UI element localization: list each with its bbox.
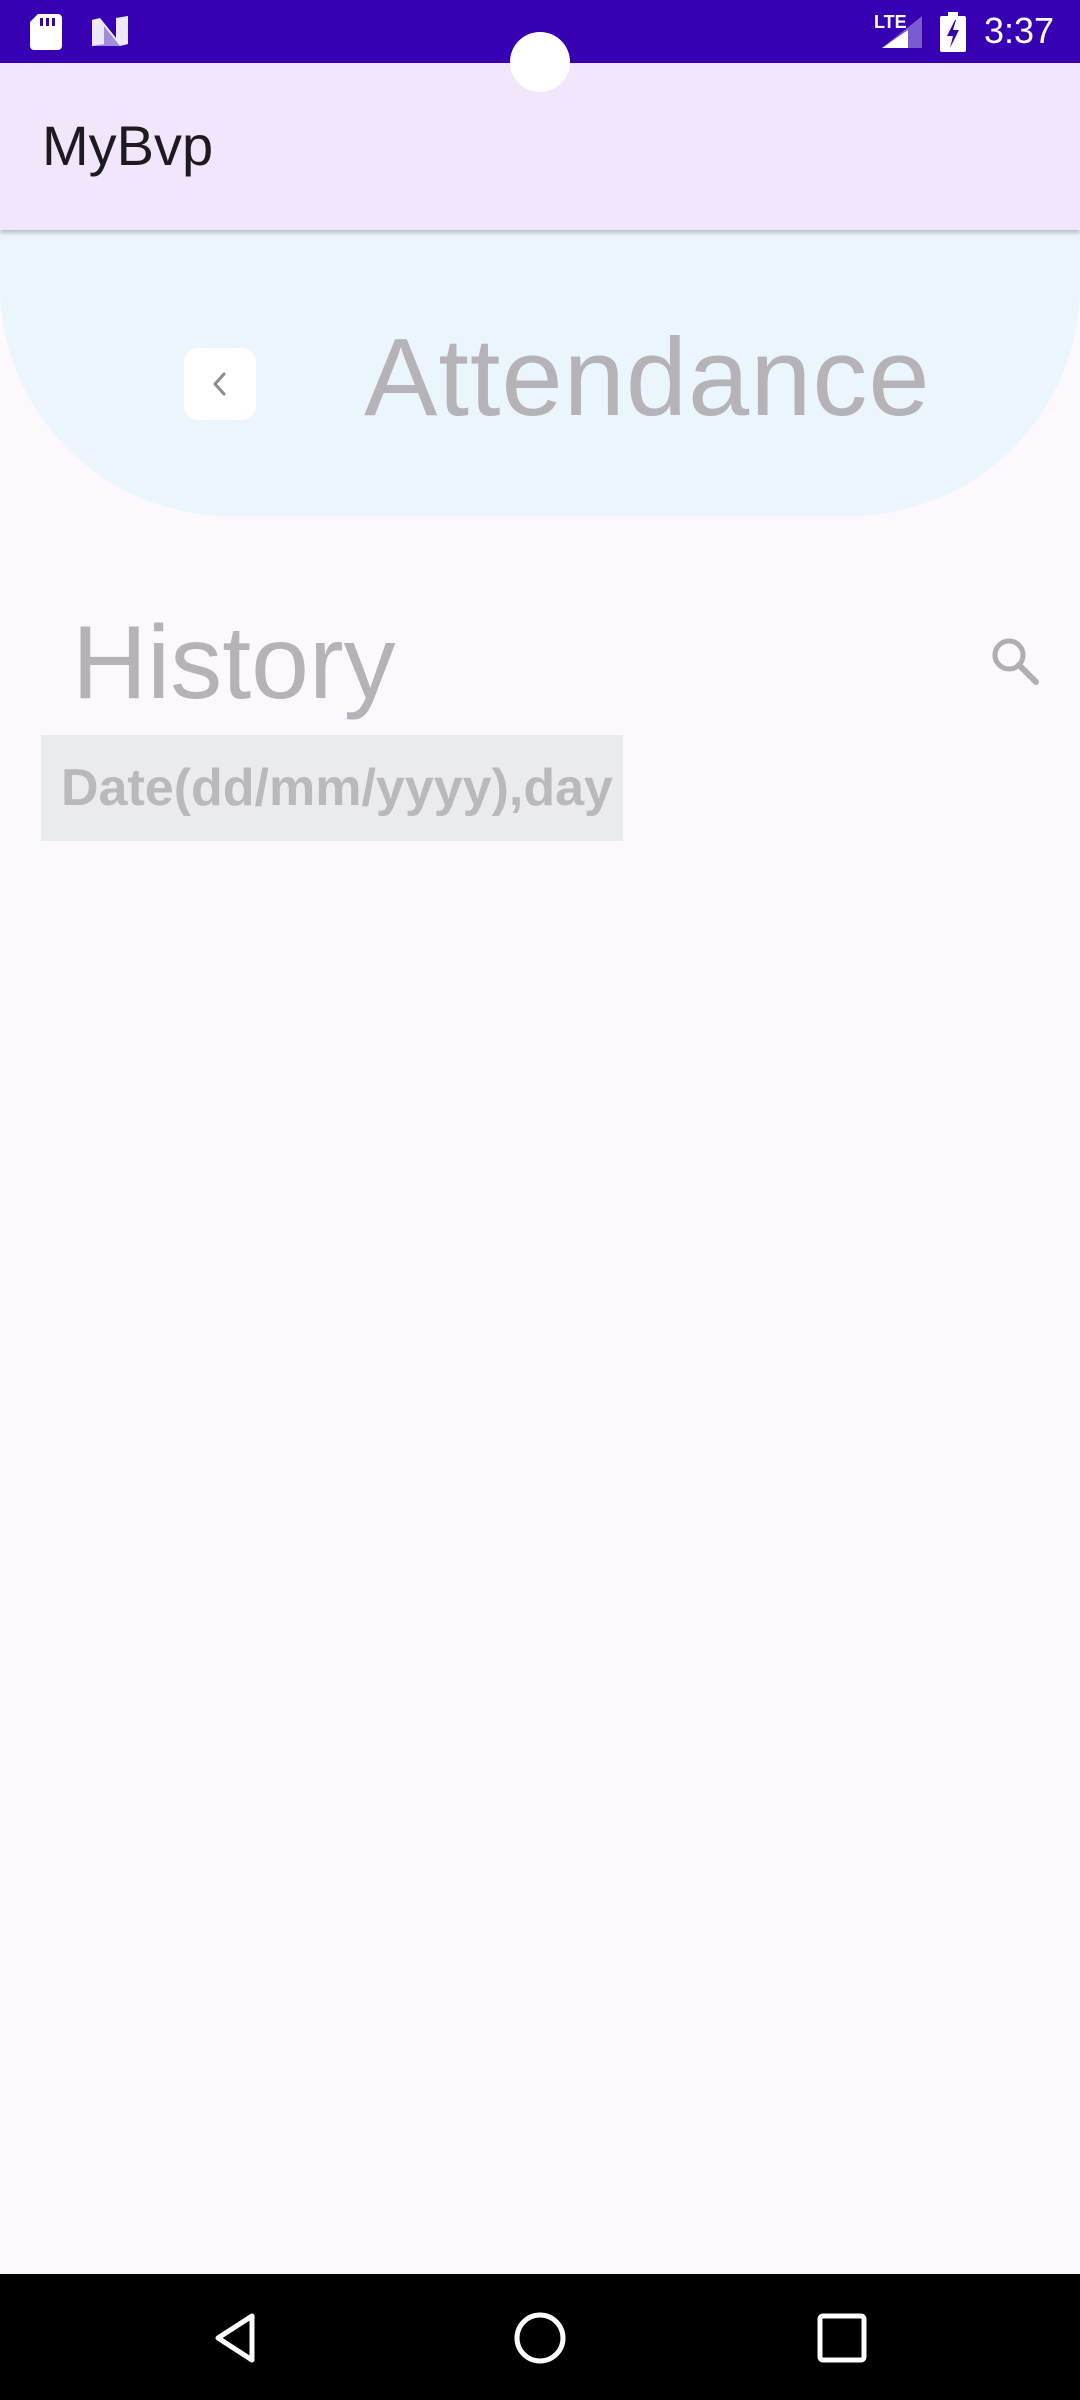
date-input[interactable]: Date(dd/mm/yyyy),day: [41, 735, 623, 841]
history-title: History: [72, 605, 396, 721]
page-title: Attendance: [364, 316, 931, 439]
back-triangle-icon[interactable]: [210, 2310, 266, 2366]
chevron-left-icon: [213, 372, 226, 396]
camera-cutout: [510, 32, 570, 92]
app-title: MyBvp: [42, 114, 214, 177]
n-notification-icon: [92, 16, 128, 46]
status-clock: 3:37: [984, 10, 1055, 51]
sd-card-icon: [30, 14, 62, 50]
navigation-bar: [0, 2274, 1080, 2400]
back-button[interactable]: [184, 348, 256, 420]
search-icon[interactable]: [990, 636, 1040, 686]
home-circle-icon[interactable]: [512, 2310, 568, 2366]
signal-icon: [882, 16, 922, 48]
battery-charging-icon: [940, 12, 966, 52]
recents-square-icon[interactable]: [816, 2312, 868, 2364]
